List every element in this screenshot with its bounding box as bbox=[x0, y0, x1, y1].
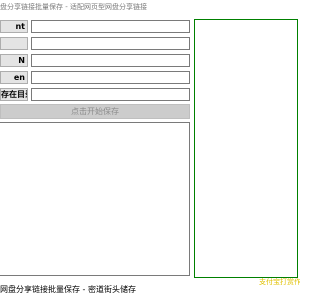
row-2-label-button[interactable] bbox=[0, 37, 28, 50]
save-directory-label-button[interactable]: 存在目录 bbox=[0, 88, 28, 101]
status-bar-text: 网盘分享链接批量保存 - 密道街头储存 bbox=[0, 285, 136, 294]
donate-caption: 支付宝打赏作者 bbox=[259, 278, 300, 286]
window-title: 盘分享链接批量保存 - 适配网页型网盘分享链接 bbox=[0, 3, 147, 11]
app-window: 盘分享链接批量保存 - 适配网页型网盘分享链接 nt N en 存在目录 点击开… bbox=[0, 0, 300, 300]
log-textarea[interactable] bbox=[0, 122, 190, 276]
row-1-label-button[interactable]: nt bbox=[0, 20, 28, 33]
row-3-label-button[interactable]: N bbox=[0, 54, 28, 67]
row-1-input[interactable] bbox=[31, 20, 190, 33]
row-3-input[interactable] bbox=[31, 54, 190, 67]
save-directory-input[interactable] bbox=[31, 88, 190, 101]
row-2-input[interactable] bbox=[31, 37, 190, 50]
row-4-input[interactable] bbox=[31, 71, 190, 84]
start-save-button[interactable]: 点击开始保存 bbox=[0, 104, 190, 119]
qr-code-panel bbox=[194, 19, 298, 278]
row-4-label-button[interactable]: en bbox=[0, 71, 28, 84]
